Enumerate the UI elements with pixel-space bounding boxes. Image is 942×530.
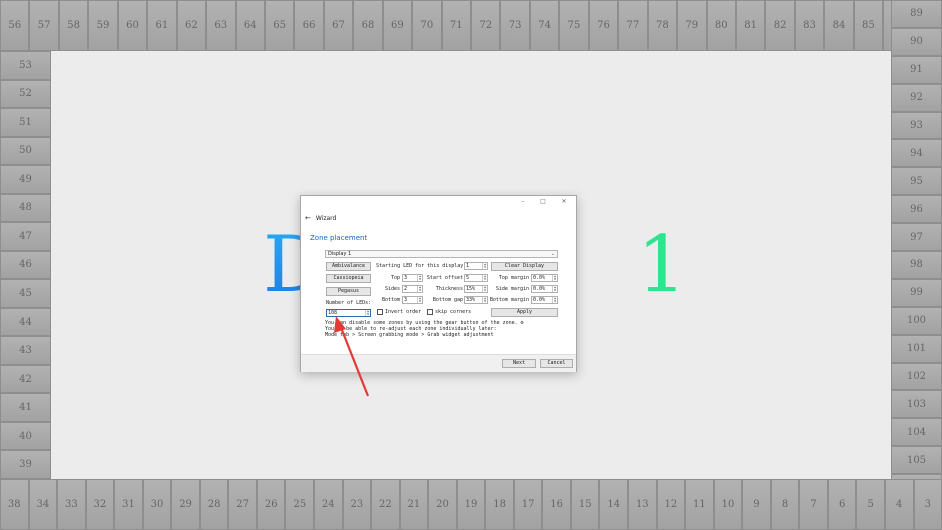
annotation-arrow-head xyxy=(334,316,346,333)
annotation-arrow xyxy=(334,316,370,397)
annotation-arrow-shaft xyxy=(338,324,370,397)
